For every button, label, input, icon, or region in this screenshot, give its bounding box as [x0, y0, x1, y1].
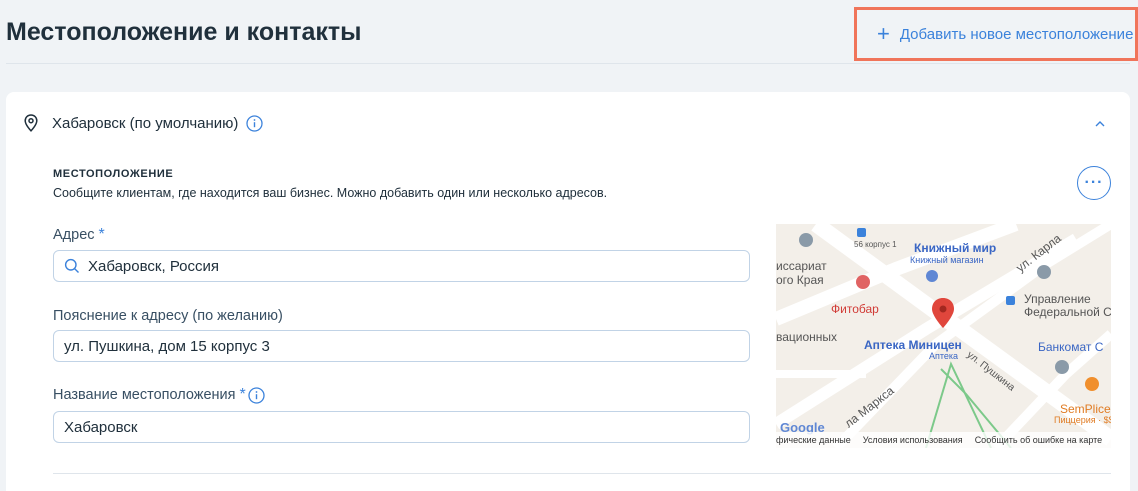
info-icon[interactable]: [248, 386, 265, 404]
map-pin-icon: [24, 114, 38, 132]
map-report-link[interactable]: Сообщить об ошибке на карте: [975, 435, 1102, 445]
add-location-button[interactable]: + Добавить новое местоположение: [854, 7, 1138, 61]
info-icon[interactable]: [246, 114, 264, 132]
plus-icon: +: [877, 21, 890, 46]
required-mark: *: [239, 386, 246, 403]
food-marker: [1085, 377, 1099, 391]
location-name-label-row: Название местоположения *: [53, 386, 265, 404]
section-description: Сообщите клиентам, где находится ваш биз…: [53, 186, 608, 200]
map-label: иссариат: [776, 259, 827, 273]
transit-icon: [857, 228, 866, 237]
bank-marker: [1055, 360, 1069, 374]
map-label: Федеральной С: [1024, 305, 1111, 319]
section-divider: [53, 473, 1111, 474]
map-label: ого Края: [776, 273, 824, 287]
address-label: Адрес: [53, 227, 95, 243]
map-data-link[interactable]: фические данные: [776, 435, 851, 445]
map-marker-gray: [799, 233, 813, 247]
search-icon: [64, 258, 80, 274]
location-name-input[interactable]: Хабаровск: [53, 411, 750, 443]
address-label-row: Адрес *: [53, 226, 105, 244]
header-divider: [6, 63, 1130, 64]
map-terms-link[interactable]: Условия использования: [863, 435, 963, 445]
map-label: Книжный магазин: [910, 255, 984, 265]
address-note-input[interactable]: ул. Пушкина, дом 15 корпус 3: [53, 330, 750, 362]
required-mark: *: [98, 226, 105, 243]
page-title: Местоположение и контакты: [6, 18, 362, 46]
location-name: Хабаровск (по умолчанию): [52, 114, 239, 132]
chevron-up-icon[interactable]: [1094, 120, 1106, 128]
location-name-value: Хабаровск: [64, 418, 138, 436]
transit-icon: [1006, 296, 1015, 305]
map-label: SemPlice: [1060, 402, 1111, 416]
address-note-value: ул. Пушкина, дом 15 корпус 3: [64, 337, 270, 355]
map-label: Книжный мир: [914, 241, 997, 255]
map-footer: фические данные Условия использования Со…: [776, 432, 1111, 448]
restaurant-marker: [856, 275, 870, 289]
map-label: Пиццерия · $$: [1054, 415, 1111, 425]
map-label: Банкомат С: [1038, 340, 1104, 354]
map-label: Аптека Миницен: [864, 338, 962, 352]
map-label: Фитобар: [831, 302, 879, 316]
add-location-label: Добавить новое местоположение: [899, 25, 1134, 43]
location-card: Хабаровск (по умолчанию) МЕСТОПОЛОЖЕНИЕ …: [6, 92, 1130, 491]
map-label: 56 корпус 1: [854, 240, 897, 249]
map-label: вационных: [776, 330, 838, 344]
map-label: Управление: [1024, 292, 1091, 306]
section-label: МЕСТОПОЛОЖЕНИЕ: [53, 168, 174, 180]
address-value: Хабаровск, Россия: [88, 257, 220, 275]
gov-marker: [1037, 265, 1051, 279]
map-label: Аптека: [929, 351, 959, 361]
shop-marker: [926, 270, 938, 282]
address-input[interactable]: Хабаровск, Россия: [53, 250, 750, 282]
address-note-label: Пояснение к адресу (по желанию): [53, 308, 283, 324]
more-actions-button[interactable]: ···: [1077, 166, 1111, 200]
location-header[interactable]: Хабаровск (по умолчанию): [24, 114, 264, 132]
location-name-label: Название местоположения: [53, 387, 236, 403]
map[interactable]: 56 корпус 1 Книжный мир Книжный магазин …: [776, 224, 1111, 448]
